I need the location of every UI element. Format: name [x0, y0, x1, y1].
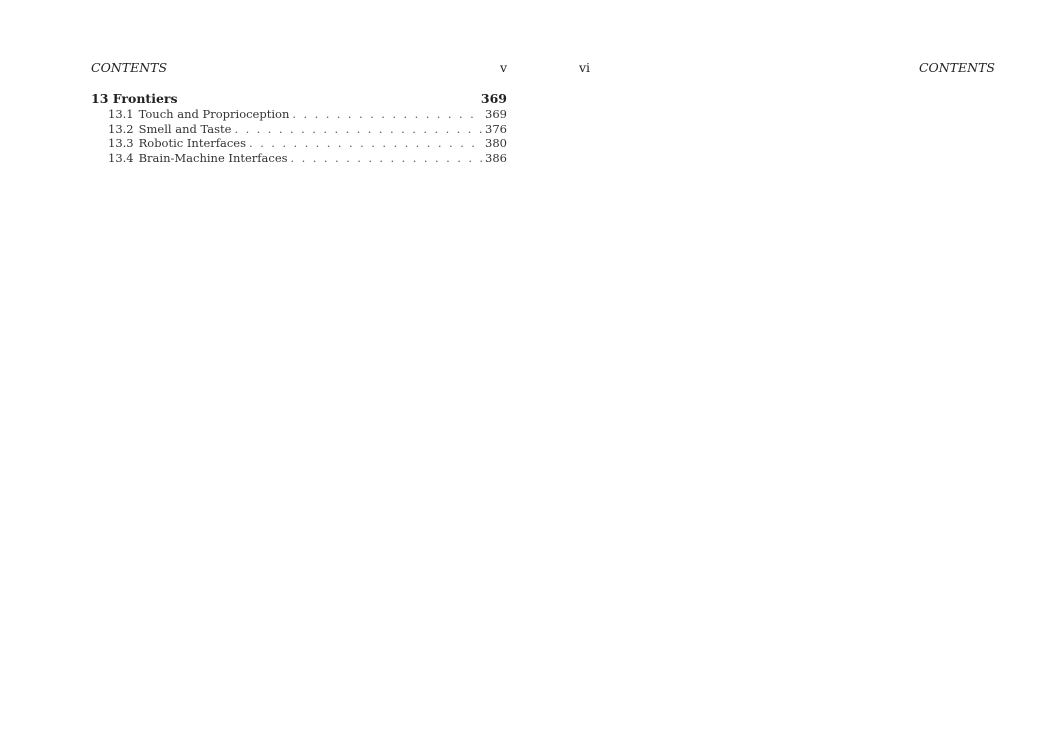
- chapter-number: 13: [91, 91, 109, 106]
- page-number: v: [500, 60, 508, 75]
- running-head: CONTENTS: [91, 60, 168, 75]
- section-number: 13.3: [108, 136, 134, 150]
- toc-section-entry[interactable]: 13.2 Smell and Taste 376: [91, 122, 507, 137]
- toc-chapter-entry[interactable]: 13 Frontiers 369: [91, 91, 507, 107]
- dot-leader: [292, 107, 482, 122]
- dot-leader: [234, 122, 482, 137]
- section-page: 380: [485, 136, 507, 150]
- section-title: Touch and Proprioception: [138, 107, 290, 121]
- toc-section-entry[interactable]: 13.1 Touch and Proprioception 369: [91, 107, 507, 122]
- toc-section-entry[interactable]: 13.4 Brain-Machine Interfaces 386: [91, 151, 507, 166]
- running-head: CONTENTS: [918, 60, 995, 75]
- dot-leader: [249, 136, 482, 151]
- section-page: 386: [485, 150, 507, 165]
- chapter-page: 369: [480, 91, 507, 106]
- chapter-title: Frontiers: [112, 91, 178, 106]
- section-number: 13.2: [108, 121, 134, 136]
- toc-section-entry[interactable]: 13.3 Robotic Interfaces 380: [91, 136, 507, 151]
- section-title: Smell and Taste: [138, 121, 232, 136]
- section-number: 13.4: [108, 150, 134, 165]
- dot-leader: [291, 151, 483, 166]
- section-title: Robotic Interfaces: [138, 136, 247, 150]
- chapter-heading: 13 Frontiers: [91, 91, 178, 107]
- section-page: 376: [485, 121, 507, 136]
- right-page: vi CONTENTS: [531, 0, 1062, 751]
- section-title: Brain-Machine Interfaces: [138, 150, 288, 165]
- page-number: vi: [579, 60, 591, 75]
- section-number: 13.1: [108, 107, 134, 121]
- section-page: 369: [485, 107, 507, 121]
- left-page: CONTENTS v 13 Frontiers 369 13.1 Touch a…: [0, 0, 531, 751]
- table-of-contents: 13 Frontiers 369 13.1 Touch and Proprioc…: [91, 91, 507, 166]
